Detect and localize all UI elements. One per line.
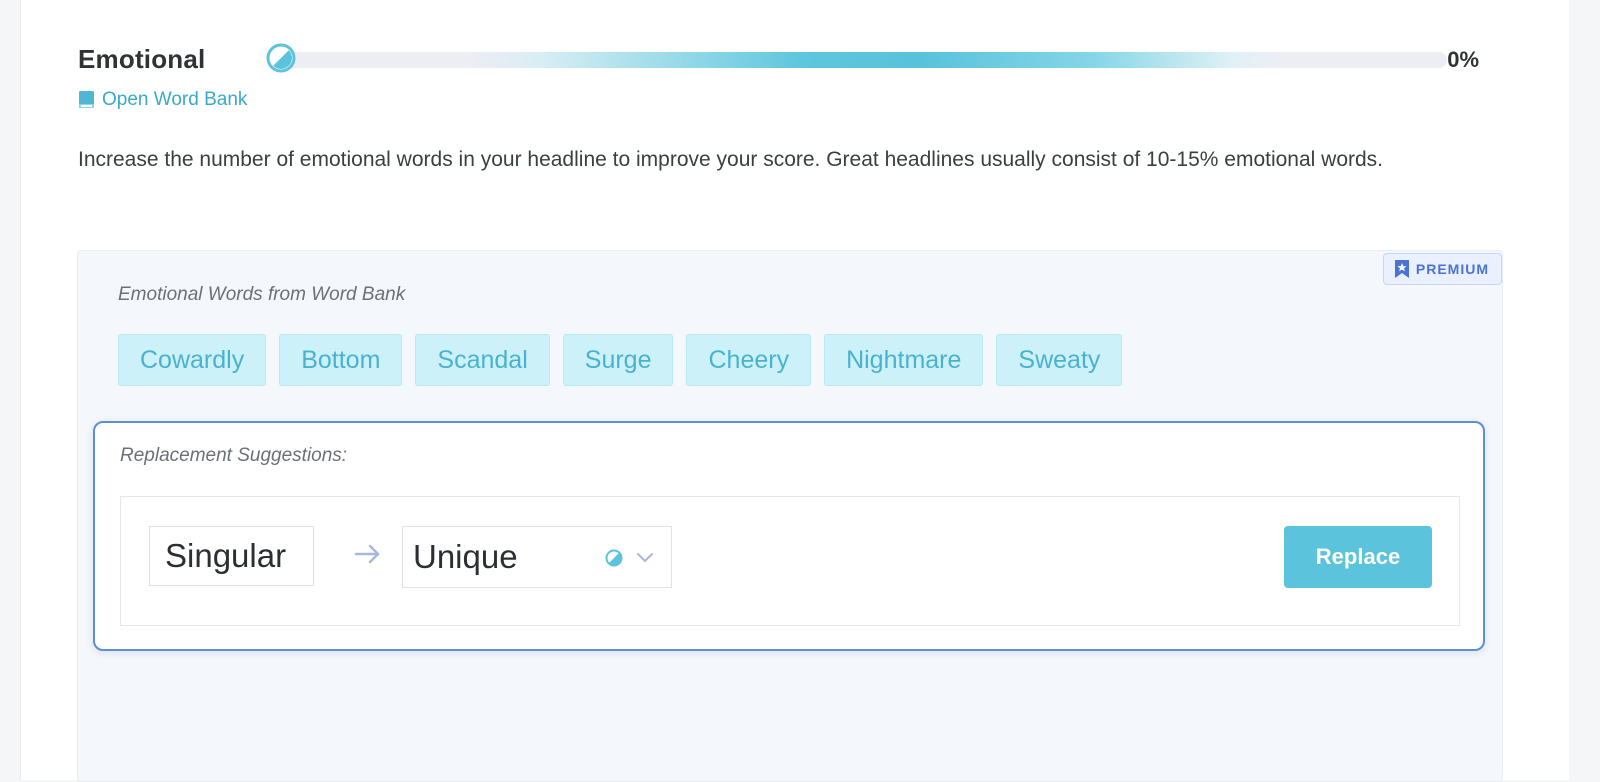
replacement-suggestions-label: Replacement Suggestions: (120, 445, 348, 466)
emotional-word-chips: Cowardly Bottom Scandal Surge Cheery Nig… (118, 334, 1123, 386)
word-chip[interactable]: Sweaty (996, 334, 1123, 386)
emotional-indicator-icon (605, 549, 623, 567)
chevron-down-icon (637, 553, 653, 562)
word-chip[interactable]: Cheery (686, 334, 812, 386)
word-bank-section-label: Emotional Words from Word Bank (118, 284, 406, 305)
metric-description: Increase the number of emotional words i… (78, 148, 1384, 171)
word-chip[interactable]: Bottom (279, 334, 403, 386)
word-chip[interactable]: Cowardly (118, 334, 267, 386)
word-bank-panel: PREMIUM Emotional Words from Word Bank C… (77, 250, 1503, 782)
premium-label: PREMIUM (1415, 261, 1489, 277)
selected-replacement: Unique (413, 538, 518, 575)
open-word-bank-link[interactable]: Open Word Bank (78, 89, 247, 111)
arrow-right-icon (354, 544, 380, 564)
emotional-score-bar (271, 52, 1447, 68)
metric-title: Emotional (78, 44, 206, 74)
score-percent: 0% (1447, 47, 1479, 72)
open-word-bank-label: Open Word Bank (102, 89, 248, 110)
replace-button[interactable]: Replace (1284, 526, 1432, 588)
star-bookmark-icon (1394, 260, 1409, 278)
word-chip[interactable]: Scandal (415, 334, 550, 386)
original-word: Singular (149, 526, 314, 586)
replacement-select[interactable]: Unique (402, 526, 672, 588)
word-chip[interactable]: Nightmare (824, 334, 984, 386)
score-knob-icon (266, 43, 296, 73)
word-chip[interactable]: Surge (562, 334, 674, 386)
emotional-metric-card: Emotional 0% Open Word Bank Increase the… (20, 0, 1569, 782)
replacement-suggestions-box: Replacement Suggestions: Singular Unique (93, 421, 1485, 651)
premium-badge: PREMIUM (1382, 253, 1502, 285)
replacement-row: Singular Unique Replace (120, 496, 1460, 626)
book-icon (79, 91, 94, 108)
